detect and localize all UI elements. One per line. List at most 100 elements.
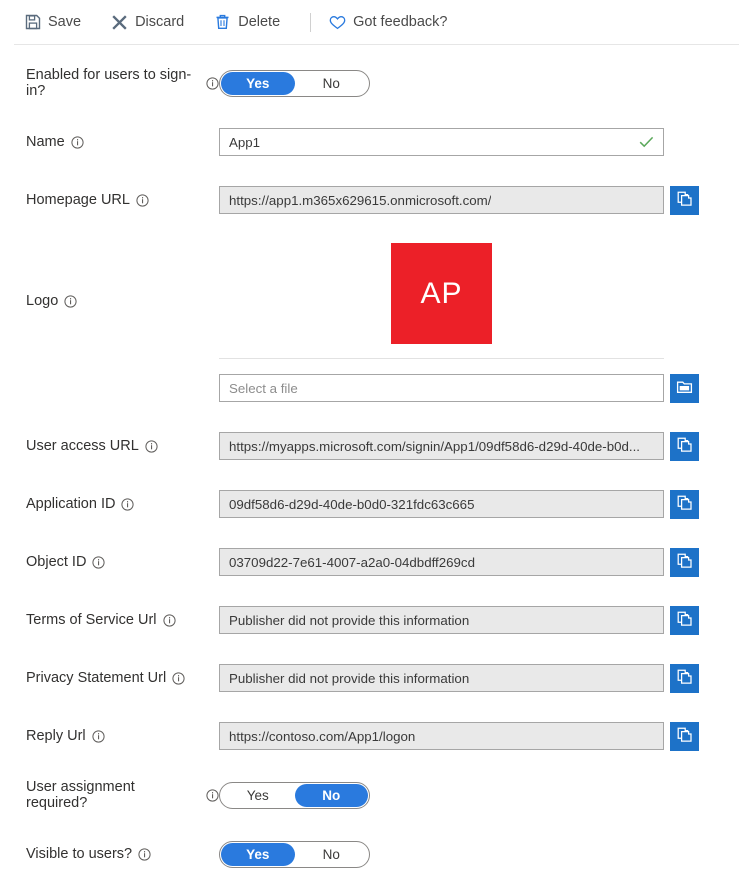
object-id-input[interactable]: 03709d22-7e61-4007-a2a0-04dbdff269cd (219, 548, 664, 576)
copy-icon (676, 552, 693, 572)
toggle-option-yes[interactable]: Yes (221, 71, 295, 95)
info-icon[interactable] (121, 497, 135, 511)
label-homepage-url: Homepage URL (0, 192, 219, 208)
field-row-visible-to-users: Visible to users? Yes No (0, 839, 753, 869)
field-row-name: Name App1 (0, 127, 753, 157)
info-icon[interactable] (136, 193, 149, 207)
reply-url-input[interactable]: https://contoso.com/App1/logon (219, 722, 664, 750)
application-id-input[interactable]: 09df58d6-d29d-40de-b0d0-321fdc63c665 (219, 490, 664, 518)
label-reply-url: Reply Url (0, 728, 219, 744)
delete-button[interactable]: Delete (212, 10, 294, 35)
toggle-option-no[interactable]: No (295, 843, 369, 866)
trash-icon (214, 14, 231, 31)
field-row-object-id: Object ID 03709d22-7e61-4007-a2a0-04dbdf… (0, 547, 753, 577)
copy-homepage-url-button[interactable] (670, 185, 699, 215)
info-icon[interactable] (92, 729, 105, 743)
control-object-id: 03709d22-7e61-4007-a2a0-04dbdff269cd (219, 547, 699, 577)
info-icon[interactable] (92, 555, 106, 569)
info-icon[interactable] (145, 439, 158, 453)
validation-check-icon (639, 136, 654, 148)
field-row-logo: Logo AP (0, 243, 753, 359)
copy-application-id-button[interactable] (670, 489, 699, 519)
label-privacy-statement-url-text: Privacy Statement Url (26, 670, 167, 686)
label-enabled-signin: Enabled for users to sign-in? (0, 67, 219, 99)
logo-separator (219, 358, 664, 359)
toggle-option-no[interactable]: No (294, 783, 368, 807)
toggle-user-assignment-required[interactable]: Yes No (219, 781, 370, 809)
homepage-url-input[interactable]: https://app1.m365x629615.onmicrosoft.com… (219, 186, 664, 214)
info-icon[interactable] (206, 788, 219, 802)
label-privacy-statement-url: Privacy Statement Url (0, 670, 219, 686)
label-enabled-signin-text: Enabled for users to sign-in? (26, 67, 192, 99)
copy-privacy-statement-url-button[interactable] (670, 663, 699, 693)
control-application-id: 09df58d6-d29d-40de-b0d0-321fdc63c665 (219, 489, 699, 519)
feedback-button[interactable]: Got feedback? (327, 10, 461, 35)
control-name: App1 (219, 128, 664, 156)
copy-icon (676, 190, 693, 210)
name-input-value: App1 (229, 134, 261, 150)
label-user-access-url: User access URL (0, 438, 219, 454)
control-homepage-url: https://app1.m365x629615.onmicrosoft.com… (219, 185, 699, 215)
label-visible-to-users-text: Visible to users? (26, 846, 133, 862)
info-icon[interactable] (162, 613, 176, 627)
info-icon[interactable] (64, 294, 77, 308)
user-access-url-input[interactable]: https://myapps.microsoft.com/signin/App1… (219, 432, 664, 460)
copy-icon (676, 726, 693, 746)
field-row-terms-of-service-url: Terms of Service Url Publisher did not p… (0, 605, 753, 635)
field-row-homepage-url: Homepage URL https://app1.m365x629615.on… (0, 185, 753, 215)
label-user-assignment-required-text: User assignment required? (26, 779, 135, 811)
heart-icon (329, 14, 346, 31)
toggle-visible-to-users[interactable]: Yes No (219, 840, 370, 868)
privacy-statement-url-input[interactable]: Publisher did not provide this informati… (219, 664, 664, 692)
control-user-assignment-required: Yes No (219, 781, 370, 809)
info-icon[interactable] (71, 135, 84, 149)
toggle-option-yes[interactable]: Yes (221, 784, 295, 807)
name-input[interactable]: App1 (219, 128, 664, 156)
control-enabled-signin: Yes No (219, 69, 370, 97)
control-reply-url: https://contoso.com/App1/logon (219, 721, 699, 751)
discard-button[interactable]: Discard (109, 10, 198, 35)
field-row-user-access-url: User access URL https://myapps.microsoft… (0, 431, 753, 461)
copy-icon (676, 494, 693, 514)
info-icon[interactable] (172, 671, 185, 685)
label-visible-to-users: Visible to users? (0, 846, 219, 862)
command-bar: Save Discard Delete Got feedback? (0, 0, 753, 44)
copy-reply-url-button[interactable] (670, 721, 699, 751)
object-id-value: 03709d22-7e61-4007-a2a0-04dbdff269cd (229, 554, 475, 570)
control-logo-file: Select a file (219, 373, 699, 403)
reply-url-value: https://contoso.com/App1/logon (229, 728, 416, 744)
save-label: Save (48, 13, 82, 30)
copy-icon (676, 436, 693, 456)
application-properties-form: Enabled for users to sign-in? Yes No Nam… (0, 45, 753, 869)
field-row-logo-file: Select a file (0, 373, 753, 403)
logo-file-placeholder: Select a file (229, 380, 298, 396)
copy-terms-of-service-url-button[interactable] (670, 605, 699, 635)
browse-file-button[interactable] (670, 373, 699, 403)
label-object-id: Object ID (0, 554, 219, 570)
toolbar-divider (310, 12, 312, 32)
label-name-text: Name (26, 134, 65, 150)
label-terms-of-service-url-text: Terms of Service Url (26, 612, 157, 628)
logo-file-input[interactable]: Select a file (219, 374, 664, 402)
field-row-enabled-signin: Enabled for users to sign-in? Yes No (0, 67, 753, 99)
application-id-value: 09df58d6-d29d-40de-b0d0-321fdc63c665 (229, 496, 475, 512)
feedback-label: Got feedback? (353, 13, 448, 30)
label-logo: Logo (0, 293, 219, 309)
copy-user-access-url-button[interactable] (670, 431, 699, 461)
toggle-option-no[interactable]: No (295, 72, 369, 95)
label-object-id-text: Object ID (26, 554, 87, 570)
user-access-url-value: https://myapps.microsoft.com/signin/App1… (229, 438, 640, 454)
info-icon[interactable] (206, 76, 219, 90)
label-user-access-url-text: User access URL (26, 438, 139, 454)
field-row-reply-url: Reply Url https://contoso.com/App1/logon (0, 721, 753, 751)
copy-object-id-button[interactable] (670, 547, 699, 577)
terms-of-service-url-input[interactable]: Publisher did not provide this informati… (219, 606, 664, 634)
save-button[interactable]: Save (22, 10, 95, 35)
toggle-option-yes[interactable]: Yes (221, 842, 295, 866)
save-icon (24, 14, 41, 31)
label-homepage-url-text: Homepage URL (26, 192, 130, 208)
terms-of-service-url-value: Publisher did not provide this informati… (229, 612, 470, 628)
toggle-enabled-signin[interactable]: Yes No (219, 69, 370, 97)
field-row-privacy-statement-url: Privacy Statement Url Publisher did not … (0, 663, 753, 693)
info-icon[interactable] (138, 847, 151, 861)
